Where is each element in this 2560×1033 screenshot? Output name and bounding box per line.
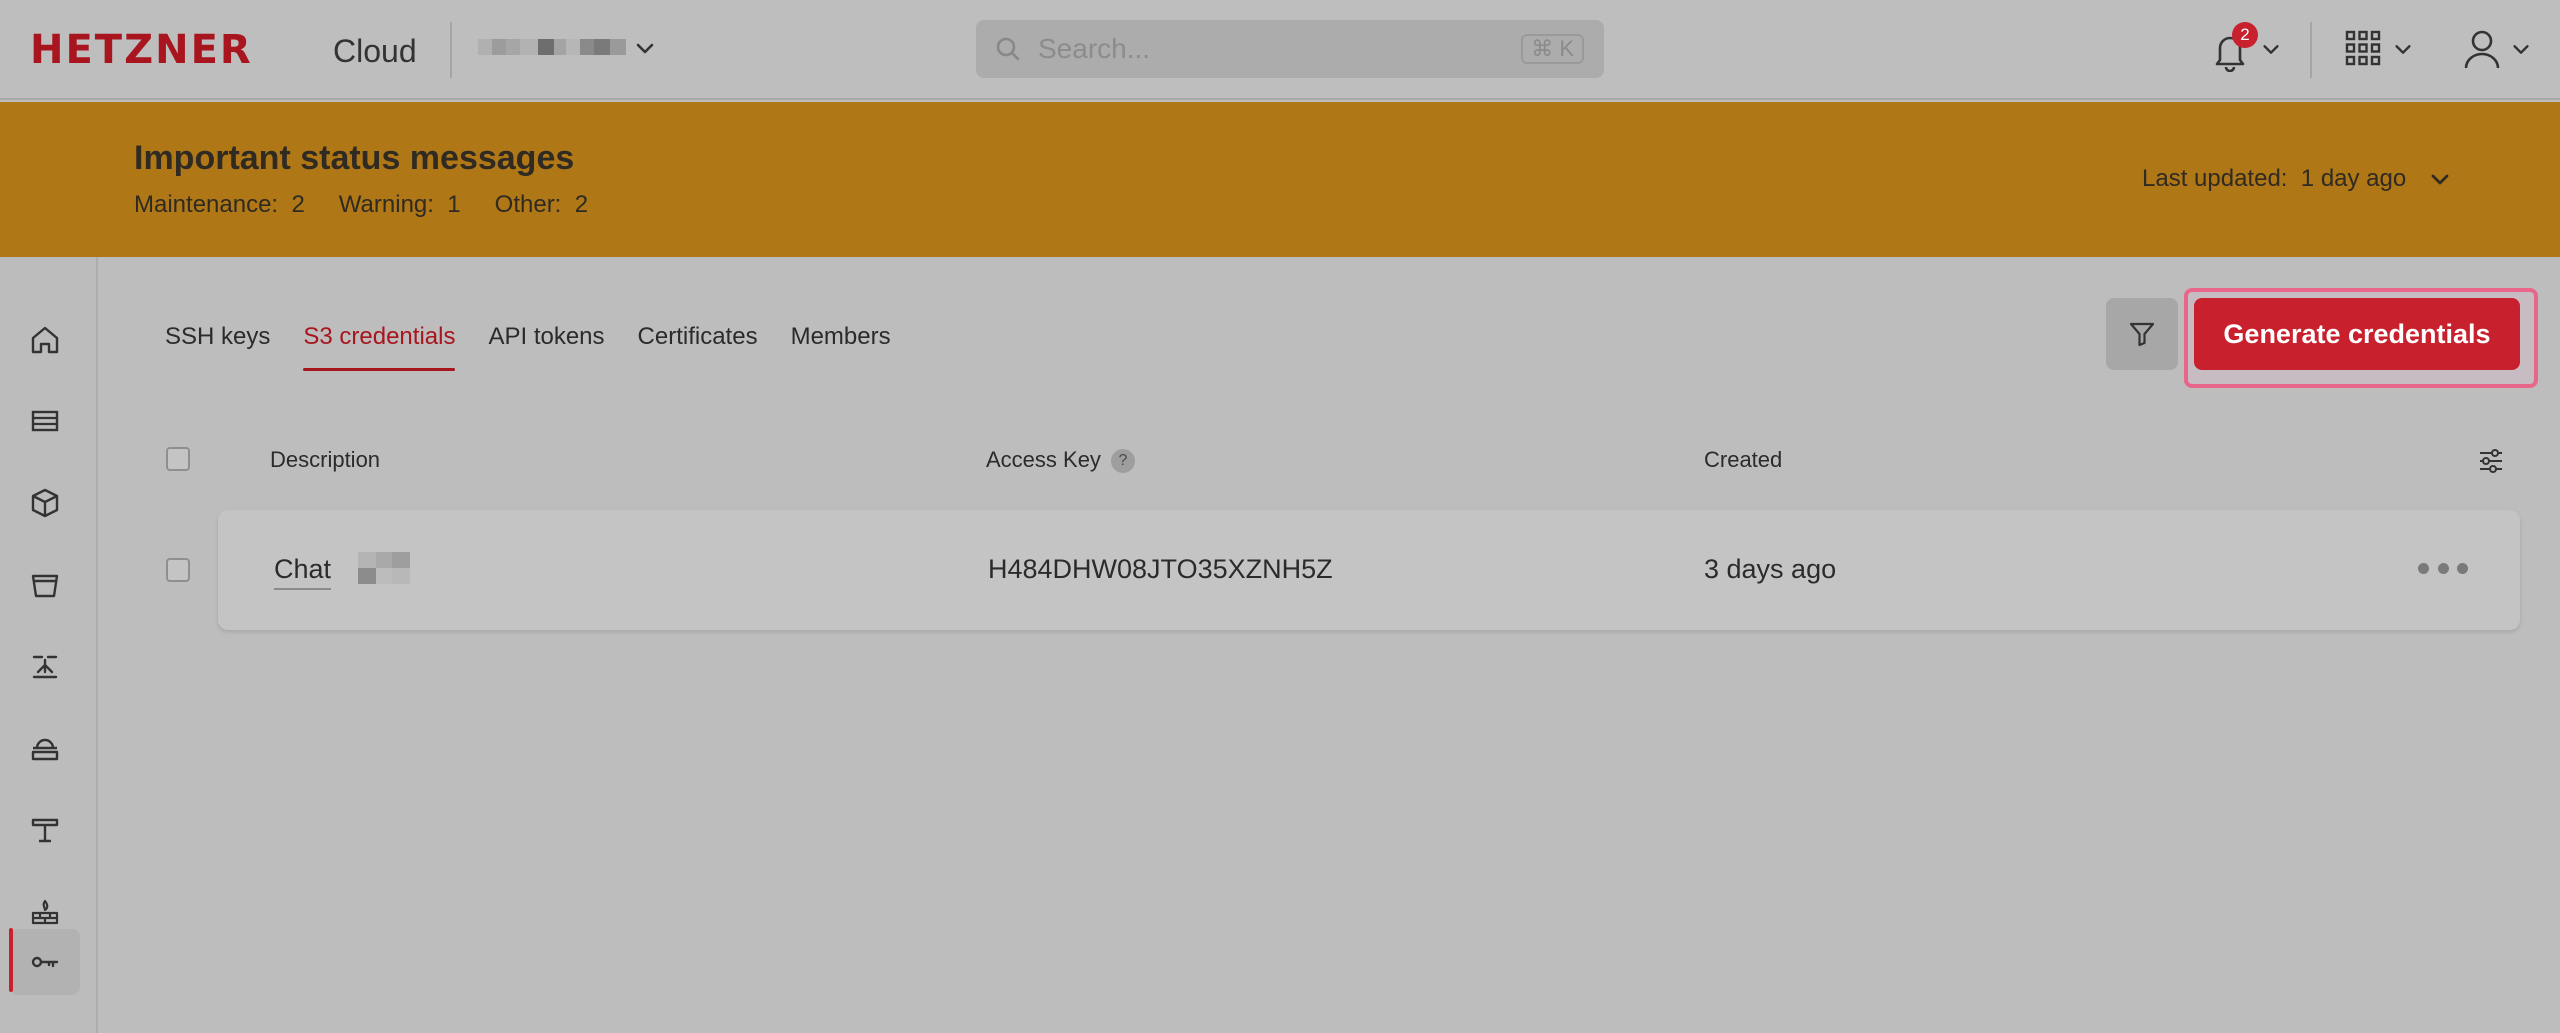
status-counts: Maintenance: 2 Warning: 1 Other: 2 xyxy=(134,190,588,220)
generate-credentials-button[interactable]: Generate credentials xyxy=(2194,298,2520,370)
help-icon[interactable]: ? xyxy=(1110,449,1135,474)
tab-members[interactable]: Members xyxy=(791,320,891,370)
load-balancer-icon[interactable] xyxy=(10,797,80,863)
servers-icon[interactable] xyxy=(10,388,80,454)
apps-grid-icon[interactable] xyxy=(2345,30,2381,66)
notification-badge: 2 xyxy=(2232,22,2258,48)
tab-api-tokens[interactable]: API tokens xyxy=(488,320,604,370)
network-icon[interactable] xyxy=(10,634,80,700)
warning-stat: Warning: 1 xyxy=(338,191,461,218)
table-row[interactable] xyxy=(218,510,2520,630)
tab-ssh-keys[interactable]: SSH keys xyxy=(165,320,270,370)
search-bar[interactable]: Search... ⌘ K xyxy=(976,20,1604,78)
last-updated: Last updated: 1 day ago xyxy=(2142,165,2407,192)
chevron-down-icon[interactable] xyxy=(2428,167,2452,191)
search-shortcut: ⌘ K xyxy=(1521,34,1584,64)
search-icon xyxy=(996,37,1020,61)
search-placeholder: Search... xyxy=(1038,33,1151,64)
other-stat: Other: 2 xyxy=(494,191,589,218)
notifications-button[interactable]: 2 xyxy=(2208,22,2279,76)
chevron-down-icon[interactable] xyxy=(2510,38,2532,60)
column-settings-icon[interactable] xyxy=(2478,448,2504,474)
divider xyxy=(2310,22,2312,78)
credentials-tabs: SSH keys S3 credentials API tokens Certi… xyxy=(165,320,924,371)
project-selector[interactable] xyxy=(478,36,658,58)
row-access-key: H484DHW08JTO35XZNH5Z xyxy=(988,554,1333,584)
column-access-key[interactable]: Access Key? xyxy=(986,446,1135,474)
status-banner[interactable]: Important status messages Maintenance: 2… xyxy=(0,102,2560,257)
divider xyxy=(450,22,452,78)
row-created: 3 days ago xyxy=(1704,554,1837,584)
cloud-storage-icon[interactable] xyxy=(10,715,80,781)
more-options-icon[interactable] xyxy=(2418,558,2468,578)
banner-title: Important status messages xyxy=(134,139,575,177)
filter-button[interactable] xyxy=(2106,298,2178,370)
top-bar: HETZNER Cloud Search... ⌘ K 2 xyxy=(0,0,2560,100)
row-description[interactable]: Chat xyxy=(274,553,332,590)
key-icon[interactable] xyxy=(10,929,80,995)
column-description[interactable]: Description xyxy=(270,446,380,474)
cube-icon[interactable] xyxy=(10,470,80,536)
sidebar-active-indicator xyxy=(9,928,13,992)
home-icon[interactable] xyxy=(10,307,80,373)
tab-certificates[interactable]: Certificates xyxy=(638,320,758,370)
hetzner-logo[interactable]: HETZNER xyxy=(30,28,253,72)
sidebar xyxy=(0,257,98,1033)
tab-s3-credentials[interactable]: S3 credentials xyxy=(303,320,456,371)
bucket-icon[interactable] xyxy=(10,552,80,618)
redacted-label xyxy=(358,552,410,584)
product-name: Cloud xyxy=(333,33,417,69)
filter-icon xyxy=(2129,322,2155,347)
row-checkbox[interactable] xyxy=(166,558,190,582)
maintenance-stat: Maintenance: 2 xyxy=(134,191,305,218)
column-created[interactable]: Created xyxy=(1704,446,1782,474)
chevron-down-icon[interactable] xyxy=(2392,38,2414,60)
select-all-checkbox[interactable] xyxy=(166,447,190,471)
chevron-down-icon[interactable] xyxy=(633,36,657,60)
chevron-down-icon xyxy=(2263,45,2279,54)
user-icon[interactable] xyxy=(2462,28,2502,70)
